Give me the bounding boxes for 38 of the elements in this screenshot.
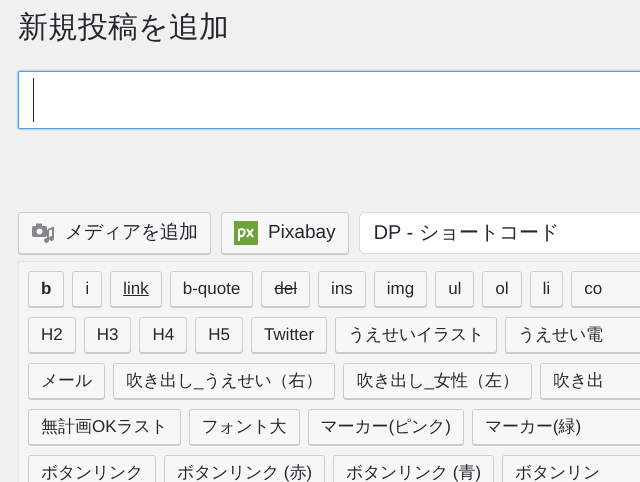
quicktag-button[interactable]: co <box>571 271 640 307</box>
px-logo-icon <box>234 221 258 245</box>
quicktag-button[interactable]: del <box>261 271 310 307</box>
add-media-button[interactable]: メディアを追加 <box>18 212 211 254</box>
quicktag-button[interactable]: img <box>374 271 428 307</box>
quicktag-button[interactable]: b <box>28 271 64 307</box>
page-title: 新規投稿を追加 <box>18 10 229 46</box>
quicktag-button[interactable]: li <box>530 271 564 307</box>
quicktag-button[interactable]: うえせい電 <box>505 317 640 353</box>
quicktag-button[interactable]: 吹き出し_うえせい（右） <box>113 363 336 399</box>
quicktag-button[interactable]: ol <box>482 271 522 307</box>
text-cursor <box>33 78 34 122</box>
quicktag-button[interactable]: マーカー(ピンク) <box>308 409 464 445</box>
quicktag-button[interactable]: ボタンリンク (赤) <box>164 455 326 482</box>
quicktag-button[interactable]: Twitter <box>250 317 327 353</box>
quicktag-button[interactable]: H3 <box>84 317 132 353</box>
quicktag-button[interactable]: うえせいイラスト <box>335 317 497 353</box>
quicktag-button[interactable]: H5 <box>195 317 243 353</box>
quicktag-button[interactable]: 吹き出し_女性（左） <box>343 363 532 399</box>
quicktag-button[interactable]: ボタンリンク (青) <box>333 455 494 482</box>
quicktag-button[interactable]: 無計画OKラスト <box>28 409 181 445</box>
quicktag-button[interactable]: フォント大 <box>188 409 300 445</box>
quicktag-button[interactable]: ul <box>435 271 474 307</box>
quicktag-button[interactable]: b-quote <box>170 271 254 307</box>
quicktag-button[interactable]: link <box>110 271 162 307</box>
quicktag-button[interactable]: ins <box>318 271 366 307</box>
quicktag-button[interactable]: H2 <box>28 317 76 353</box>
camera-music-icon <box>31 222 55 244</box>
title-input-field[interactable] <box>18 71 640 129</box>
quicktag-button[interactable]: i <box>72 271 102 307</box>
quicktag-button[interactable]: メール <box>28 363 105 399</box>
quicktag-button[interactable]: マーカー(緑) <box>472 409 640 445</box>
quicktag-button[interactable]: ボタンリン <box>502 455 640 482</box>
quicktag-button[interactable]: ボタンリンク <box>28 455 156 482</box>
quicktag-button[interactable]: H4 <box>139 317 188 353</box>
pixabay-button[interactable]: Pixabay <box>221 212 349 254</box>
shortcode-select[interactable]: DP - ショートコード <box>358 212 640 254</box>
quicktag-button[interactable]: 吹き出 <box>540 363 640 399</box>
